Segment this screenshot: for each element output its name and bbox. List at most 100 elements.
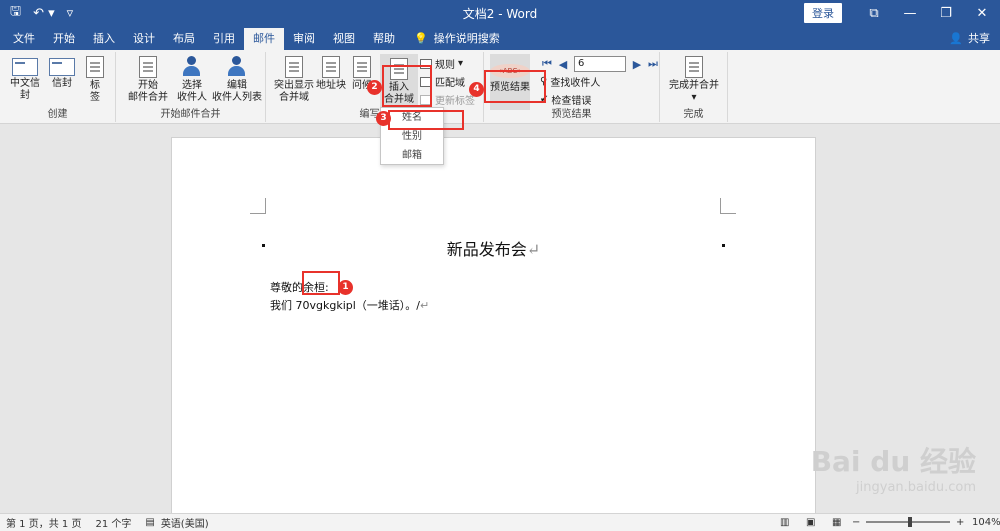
- previous-record-icon[interactable]: ◀: [558, 58, 568, 71]
- group-start-merge-label: 开始邮件合并: [160, 109, 221, 120]
- body-line[interactable]: 我们 70vgkgkipl（一堆话）。/↵: [270, 297, 429, 313]
- group-create-label: 创建: [47, 109, 68, 120]
- tell-me-search[interactable]: 💡 操作说明搜索: [404, 28, 510, 50]
- insert-field-icon: [390, 58, 408, 80]
- labels-label: 标签: [90, 80, 100, 103]
- address-block-icon: [322, 56, 340, 78]
- envelope-icon: [12, 58, 38, 76]
- finish-merge-icon: [685, 56, 703, 78]
- tab-references[interactable]: 引用: [204, 28, 244, 50]
- word-count[interactable]: 21 个字: [95, 515, 131, 530]
- step-marker: 1: [338, 280, 353, 295]
- page-count[interactable]: 第 1 页，共 1 页: [6, 515, 81, 530]
- close-button[interactable]: ✕: [964, 6, 1000, 21]
- group-start-merge: 开始 邮件合并 选择 收件人 编辑 收件人列表 开始邮件合并: [116, 52, 266, 122]
- cn-envelope-label: 中文信封: [10, 78, 40, 101]
- cn-envelope-button[interactable]: 中文信封: [6, 58, 44, 102]
- login-button[interactable]: 登录: [804, 3, 842, 23]
- tab-file[interactable]: 文件: [4, 28, 44, 50]
- proofing-icon[interactable]: ▤: [145, 517, 154, 528]
- quick-access-toolbar: 🖫 ↶ ▾ ▿: [0, 2, 73, 24]
- insert-merge-field-button[interactable]: 插入 合并域: [380, 54, 418, 112]
- highlight-line1: 突出显示: [274, 80, 314, 91]
- envelope-label: 信封: [52, 78, 72, 89]
- start-mail-merge-button[interactable]: 开始 邮件合并: [124, 56, 172, 104]
- watermark-main: Bai du 经验: [810, 445, 976, 478]
- edit-list-line2: 收件人列表: [212, 92, 262, 103]
- first-record-icon[interactable]: ⏮: [542, 57, 552, 71]
- search-icon: ⚲: [540, 76, 548, 87]
- document-icon: [139, 56, 157, 78]
- ribbon-display-icon[interactable]: ⧉: [856, 6, 892, 21]
- find-recipient-label: 查找收件人: [550, 78, 601, 89]
- tab-view[interactable]: 视图: [324, 28, 364, 50]
- save-icon[interactable]: 🖫: [10, 2, 21, 24]
- print-layout-icon[interactable]: ▣: [806, 517, 815, 528]
- tab-review[interactable]: 审阅: [284, 28, 324, 50]
- share-button[interactable]: 👤 共享: [949, 28, 990, 50]
- body-text: 我们 70vgkgkipl（一堆话）。/: [270, 299, 421, 312]
- restore-button[interactable]: ❐: [928, 6, 964, 21]
- group-preview-label: 预览结果: [551, 109, 592, 120]
- edit-list-icon: [226, 56, 248, 78]
- match-icon: [420, 76, 432, 87]
- preview-results-label: 预览结果: [490, 82, 530, 93]
- undo-icon[interactable]: ↶ ▾: [33, 6, 55, 21]
- find-recipient-button[interactable]: ⚲ 查找收件人: [540, 74, 600, 89]
- tab-mailings[interactable]: 邮件: [244, 28, 284, 50]
- tab-help[interactable]: 帮助: [364, 28, 404, 50]
- salutation-prefix: 尊敬的: [270, 281, 303, 294]
- record-number-input[interactable]: 6: [574, 56, 626, 72]
- tab-home[interactable]: 开始: [44, 28, 84, 50]
- read-mode-icon[interactable]: ▥: [780, 517, 789, 528]
- envelope-icon: [49, 58, 75, 76]
- next-record-icon[interactable]: ▶: [632, 58, 642, 71]
- step-marker: 2: [367, 80, 382, 95]
- ribbon: 中文信封 信封 标签 创建 开始 邮件合并 选择 收件人 编辑 收件人列表 开始…: [0, 50, 1000, 124]
- preview-results-button[interactable]: «ABC» 预览结果: [490, 54, 530, 110]
- salutation-line[interactable]: 尊敬的余桓:: [270, 279, 329, 295]
- zoom-level[interactable]: 104%: [972, 517, 1000, 528]
- tab-insert[interactable]: 插入: [84, 28, 124, 50]
- start-merge-line2: 邮件合并: [128, 92, 168, 103]
- match-fields-button[interactable]: 匹配域: [420, 74, 465, 89]
- labels-button[interactable]: 标签: [82, 56, 108, 104]
- select-recipients-line2: 收件人: [177, 92, 207, 103]
- greeting-icon: [353, 56, 371, 78]
- document-page[interactable]: 新品发布会↵ 尊敬的余桓: 我们 70vgkgkipl（一堆话）。/↵: [171, 137, 816, 517]
- edit-recipient-list-button[interactable]: 编辑 收件人列表: [212, 56, 262, 104]
- tell-me-label: 操作说明搜索: [433, 32, 500, 45]
- chevron-down-icon: ▾: [458, 58, 464, 69]
- edit-list-line1: 编辑: [227, 80, 247, 91]
- recipients-icon: [181, 56, 203, 78]
- address-block-button[interactable]: 地址块: [316, 56, 346, 92]
- web-layout-icon[interactable]: ▦: [832, 517, 841, 528]
- crop-mark: [250, 198, 266, 214]
- customize-qat-icon[interactable]: ▿: [67, 6, 74, 21]
- rules-label: 规则: [435, 60, 455, 71]
- zoom-in-button[interactable]: +: [956, 517, 964, 528]
- zoom-slider-thumb[interactable]: [908, 517, 912, 527]
- share-label: 共享: [968, 32, 990, 45]
- highlight-fields-button[interactable]: 突出显示 合并域: [272, 56, 316, 104]
- dropdown-item-gender[interactable]: 性别: [381, 127, 443, 146]
- minimize-button[interactable]: —: [892, 6, 928, 21]
- lightbulb-icon: 💡: [414, 32, 428, 45]
- document-title[interactable]: 新品发布会↵: [172, 236, 815, 260]
- finish-merge-button[interactable]: 完成并合并 ▾: [664, 56, 724, 104]
- rules-button[interactable]: 规则 ▾: [420, 56, 463, 71]
- zoom-out-button[interactable]: −: [852, 517, 860, 528]
- record-navigation: ⏮ ◀ 6 ▶ ⏭: [542, 56, 658, 72]
- last-record-icon[interactable]: ⏭: [648, 57, 658, 71]
- envelope-button[interactable]: 信封: [48, 58, 76, 90]
- select-recipients-button[interactable]: 选择 收件人: [172, 56, 212, 104]
- tab-layout[interactable]: 布局: [164, 28, 204, 50]
- labels-icon: [86, 56, 104, 78]
- salutation-suffix: :: [325, 281, 329, 294]
- dropdown-item-email[interactable]: 邮箱: [381, 146, 443, 165]
- group-write-label: 编写和: [359, 109, 390, 120]
- language[interactable]: 英语(美国): [161, 515, 209, 530]
- merge-field-name[interactable]: 余桓: [303, 281, 325, 294]
- watermark-url: jingyan.baidu.com: [856, 480, 976, 495]
- tab-design[interactable]: 设计: [124, 28, 164, 50]
